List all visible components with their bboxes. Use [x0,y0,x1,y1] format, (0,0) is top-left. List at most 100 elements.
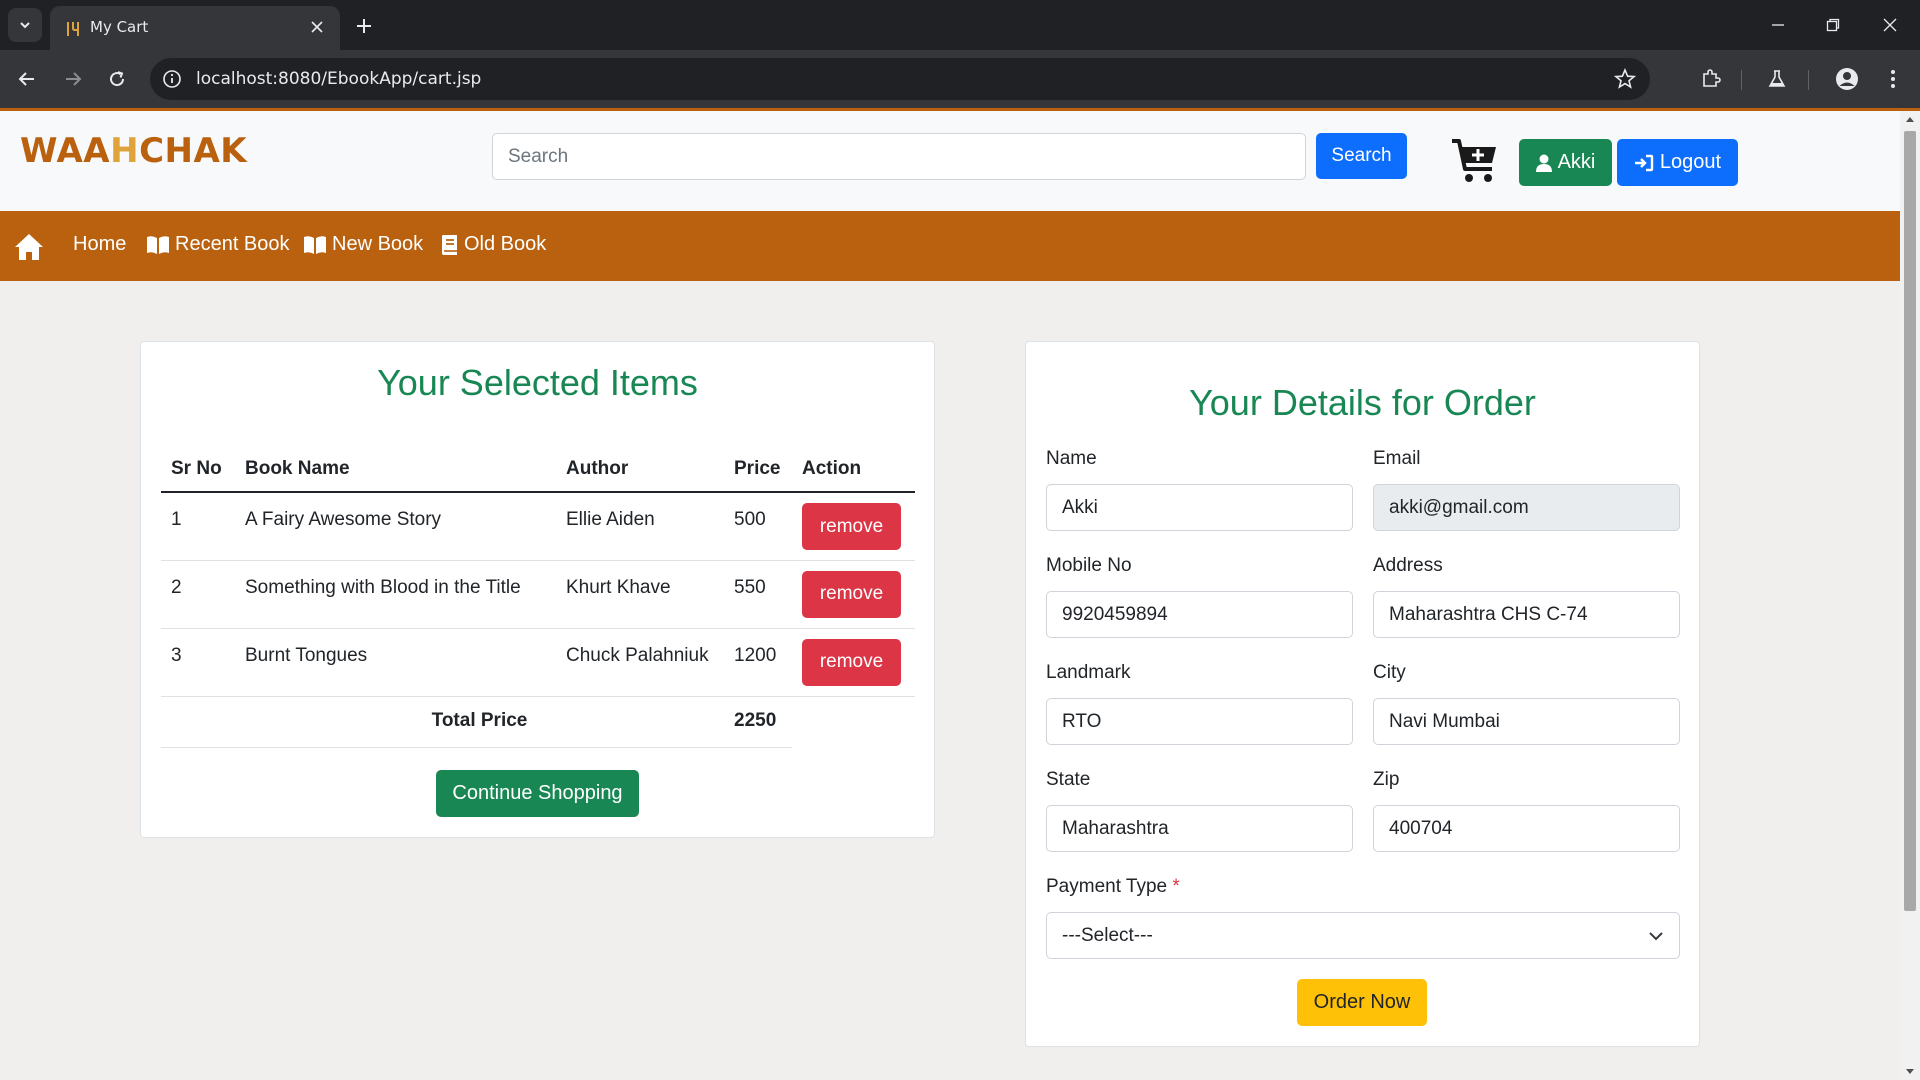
mobile-label: Mobile No [1046,555,1132,576]
close-tab-icon[interactable] [306,16,328,38]
browser-tabstrip: My Cart [0,0,1920,50]
toolbar-separator [1808,70,1809,90]
user-profile-button[interactable]: Akki [1519,139,1612,186]
nav-item-old-book[interactable]: Old Book [441,233,546,256]
landmark-field[interactable] [1046,698,1353,745]
cell-author: Khurt Khave [556,560,724,629]
restore-icon [1826,18,1840,32]
logout-button[interactable]: Logout [1617,139,1738,186]
user-button-label: Akki [1557,151,1596,173]
tab-search-button[interactable] [8,8,42,42]
remove-button[interactable]: remove [802,570,901,618]
back-button[interactable] [12,64,42,94]
new-tab-button[interactable] [350,12,378,40]
nav-item-recent-book[interactable]: Recent Book [146,233,290,256]
zip-field[interactable] [1373,805,1680,852]
table-header-row: Sr No Book Name Author Price Action [161,446,915,493]
table-row: 3 Burnt Tongues Chuck Palahniuk 1200 rem… [161,628,915,697]
reload-button[interactable] [102,64,132,94]
payment-type-selected: ---Select--- [1062,924,1153,946]
continue-shopping-button[interactable]: Continue Shopping [436,770,639,817]
total-row: Total Price 2250 [161,696,915,748]
address-bar[interactable]: localhost:8080/EbookApp/cart.jsp [150,58,1650,100]
cell-action: remove [792,560,915,629]
scroll-down-arrow-icon[interactable] [1905,1068,1915,1076]
remove-button[interactable]: remove [802,638,901,686]
cell-action: remove [792,492,915,561]
search-input[interactable] [492,133,1306,180]
book-open-icon [147,235,169,254]
bookmark-star-icon[interactable] [1614,68,1636,90]
cell-sr-no: 1 [161,492,235,561]
labs-button[interactable] [1762,64,1792,94]
cart-plus-icon[interactable] [1450,137,1500,185]
logo-text-left: WAA [20,131,111,171]
column-header: Action [792,446,915,493]
payment-type-select[interactable]: ---Select--- [1046,912,1680,959]
cell-sr-no: 3 [161,628,235,697]
home-icon[interactable] [14,233,44,261]
restore-window-button[interactable] [1811,10,1855,40]
profile-icon [1836,68,1858,90]
sign-in-icon [1634,154,1654,171]
profile-button[interactable] [1832,64,1862,94]
arrow-left-icon [18,72,34,86]
total-price-label-text: Total Price [431,709,528,731]
scroll-up-arrow-icon[interactable] [1905,115,1915,123]
remove-button[interactable]: remove [802,503,901,550]
landmark-label: Landmark [1046,662,1131,683]
name-label: Name [1046,448,1097,469]
search-button[interactable]: Search [1316,133,1407,179]
zip-label: Zip [1373,769,1400,790]
table-row: 1 A Fairy Awesome Story Ellie Aiden 500 … [161,492,915,561]
cell-author: Chuck Palahniuk [556,628,724,697]
mobile-field[interactable] [1046,591,1353,638]
cell-price: 500 [724,492,792,561]
state-field[interactable] [1046,805,1353,852]
payment-type-label-text: Payment Type [1046,876,1168,897]
city-label: City [1373,662,1406,683]
cell-book-name: A Fairy Awesome Story [235,492,556,561]
name-field[interactable] [1046,484,1353,531]
minimize-icon [1772,24,1784,26]
column-header: Book Name [235,446,556,493]
arrow-right-icon [66,72,82,86]
cell-book-name: Burnt Tongues [235,628,556,697]
address-label: Address [1373,555,1443,576]
cell-author: Ellie Aiden [556,492,724,561]
close-icon [1883,18,1897,32]
reload-icon [110,71,125,87]
logo-text-mid: H [110,131,140,171]
page-scrollbar[interactable] [1900,111,1920,1080]
scrollbar-thumb[interactable] [1904,131,1916,911]
city-field[interactable] [1373,698,1680,745]
column-header: Price [724,446,792,493]
nav-item-label: Home [73,233,127,255]
table-row: 2 Something with Blood in the Title Khur… [161,560,915,629]
nav-item-label: Recent Book [175,233,290,255]
nav-item-new-book[interactable]: New Book [303,233,423,256]
site-logo[interactable]: WAAHCHAK [20,131,247,171]
cell-action: remove [792,628,915,697]
extensions-button[interactable] [1696,64,1726,94]
puzzle-icon [1703,69,1721,87]
cell-book-name: Something with Blood in the Title [235,560,556,629]
column-header: Author [556,446,724,493]
order-now-button[interactable]: Order Now [1297,979,1427,1026]
close-window-button[interactable] [1868,10,1912,40]
forward-button[interactable] [58,64,88,94]
address-field[interactable] [1373,591,1680,638]
nav-item-home[interactable]: Home [73,233,126,256]
cart-items-card: Your Selected Items Sr No Book Name Auth… [140,341,935,838]
info-icon[interactable] [162,69,182,89]
browser-menu-button[interactable] [1878,64,1908,94]
email-field[interactable] [1373,484,1680,531]
browser-tab-active[interactable]: My Cart [50,6,340,50]
toolbar-separator [1741,70,1742,90]
nav-item-label: New Book [332,233,424,255]
cell-sr-no: 2 [161,560,235,629]
state-label: State [1046,769,1091,790]
total-blank-cell [792,696,915,747]
minimize-window-button[interactable] [1756,10,1800,40]
tab-title: My Cart [90,18,149,36]
